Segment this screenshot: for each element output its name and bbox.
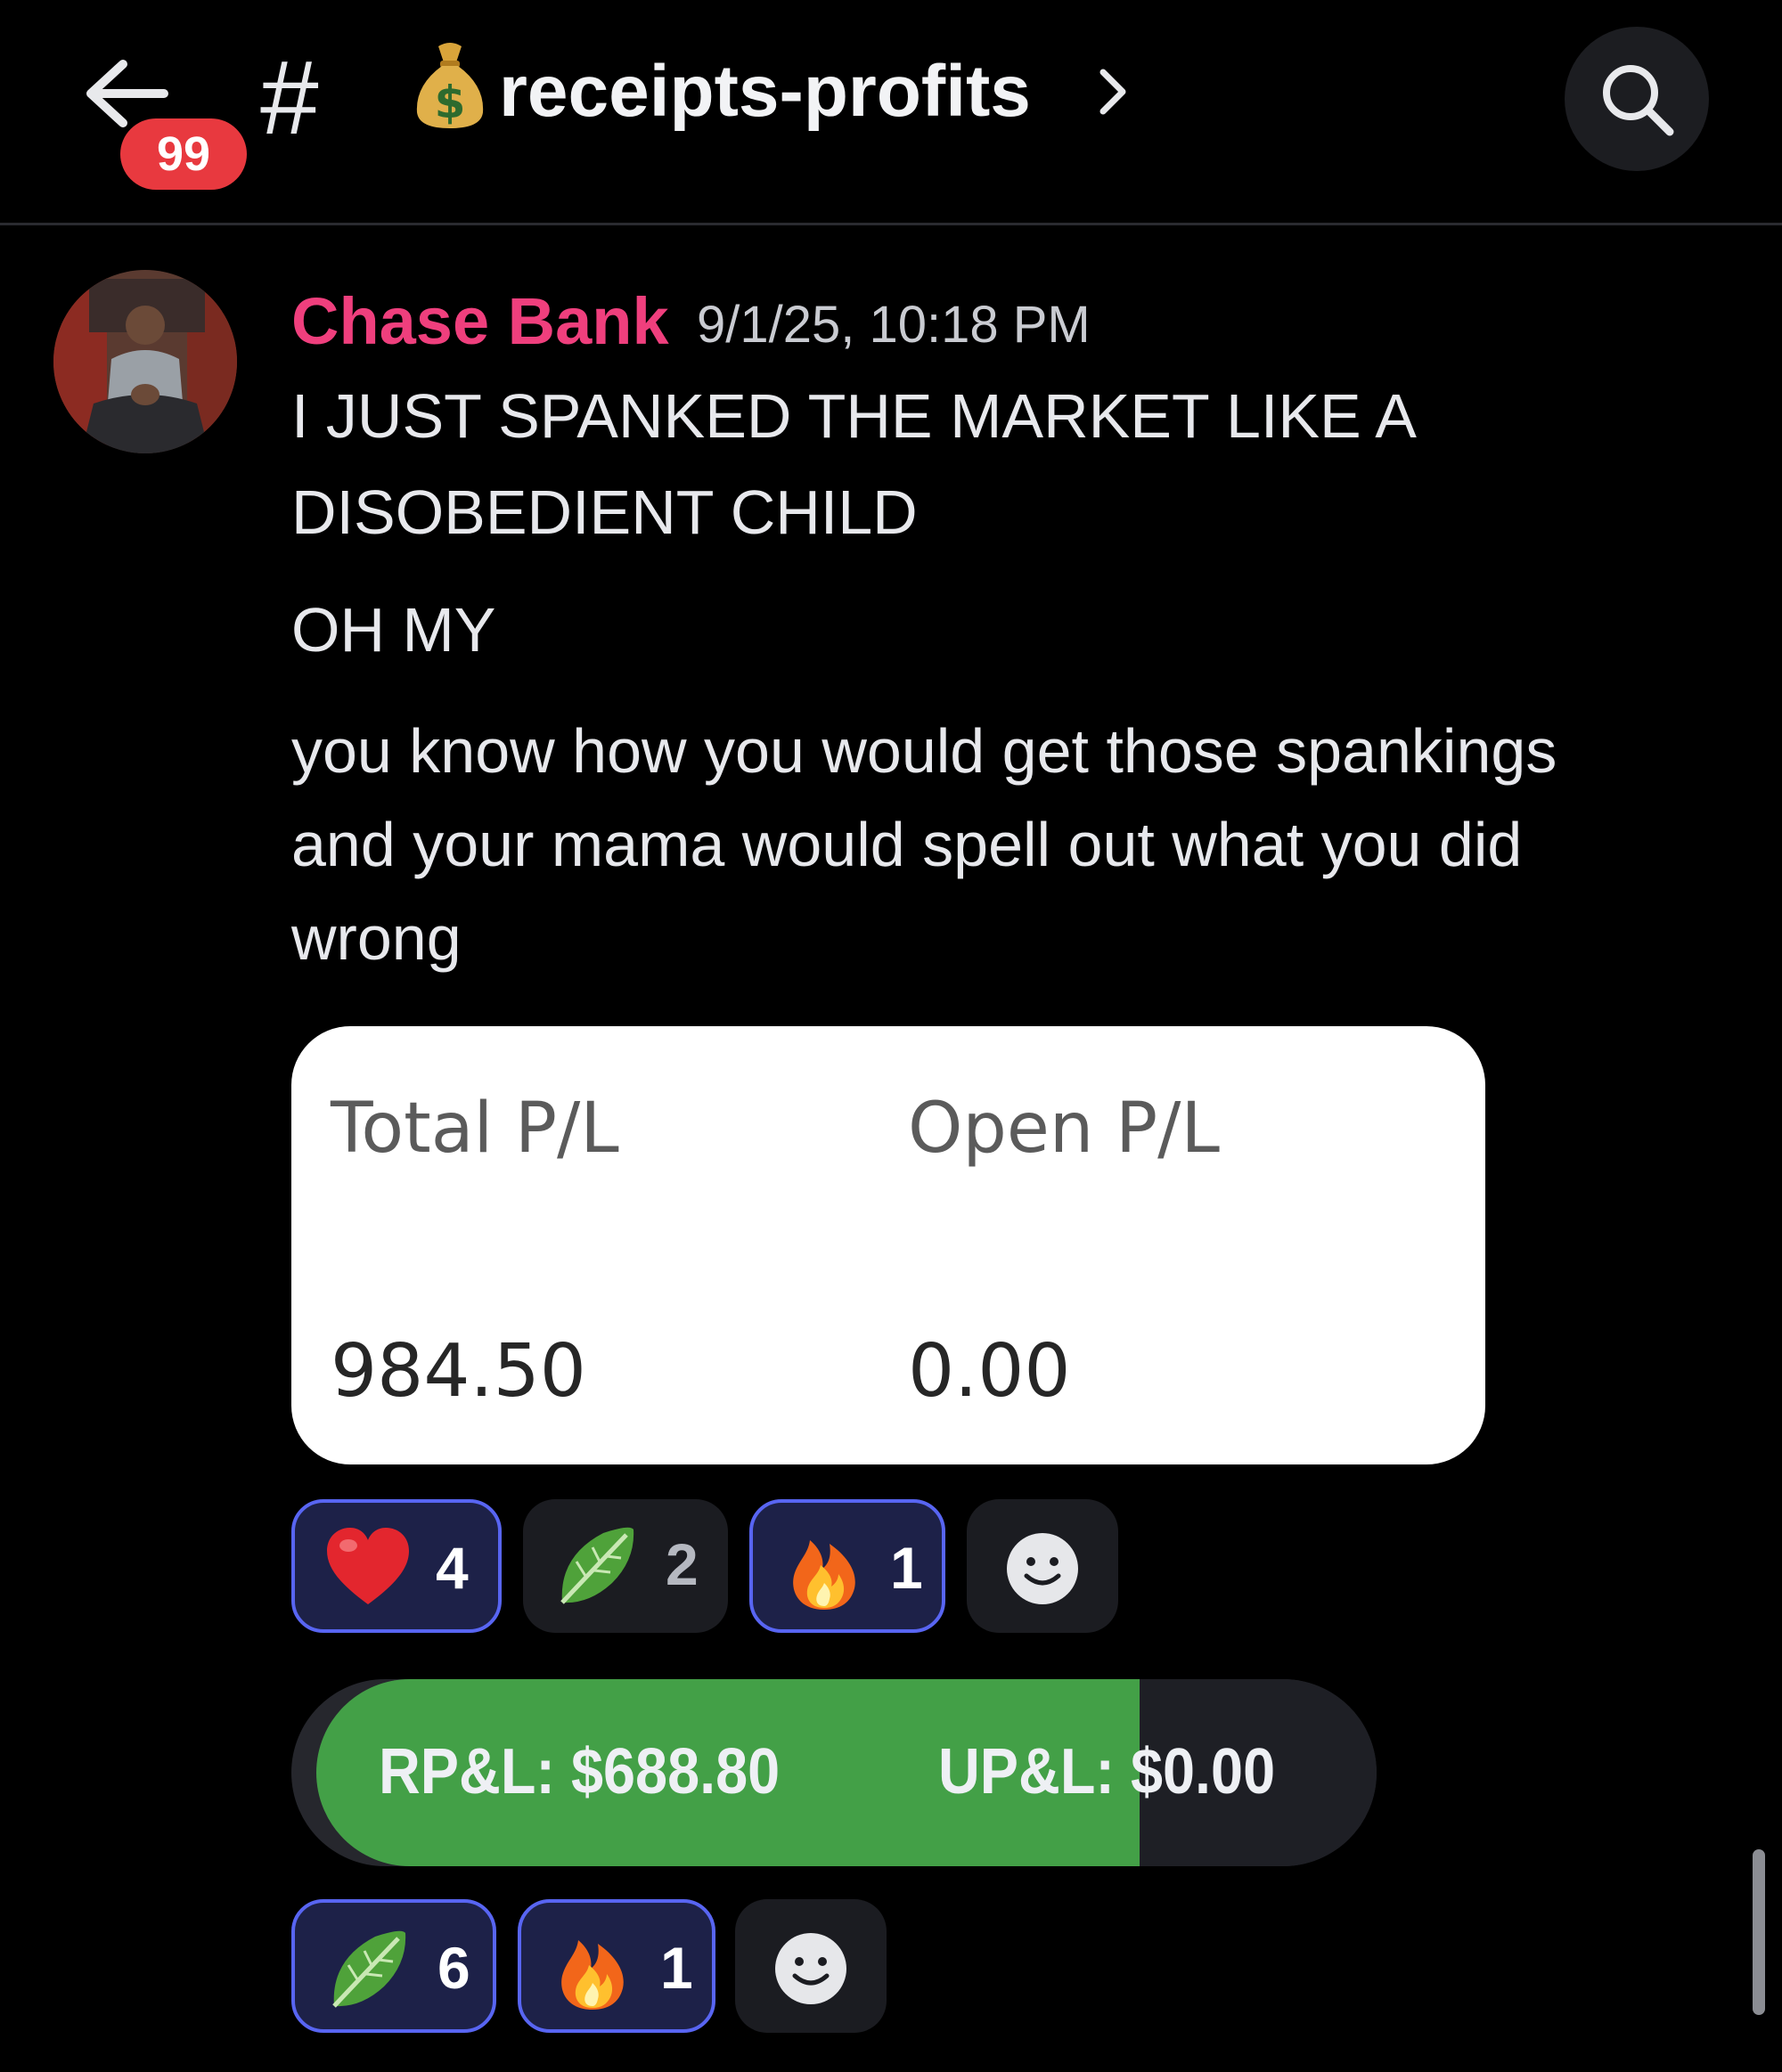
realized-pnl-text: RP&L: $688.80 xyxy=(379,1736,781,1807)
chevron-right-icon[interactable] xyxy=(1098,67,1128,117)
text-channel-icon: # xyxy=(260,39,319,157)
fire-icon xyxy=(793,1540,855,1610)
total-pl-value: 984.50 xyxy=(331,1329,586,1414)
message-text-line: you know how you would get those spankin… xyxy=(291,716,1557,786)
reaction-leafy-green[interactable]: 6 xyxy=(291,1899,496,2033)
fire-icon xyxy=(561,1940,624,2010)
open-pl-value: 0.00 xyxy=(908,1329,1071,1414)
leafy-green-icon xyxy=(560,1527,634,1604)
leafy-green-icon xyxy=(332,1930,406,2008)
channel-name[interactable]: receipts-profits xyxy=(499,43,1031,141)
pl-screenshot-attachment[interactable]: Total P/L Open P/L 984.50 0.00 xyxy=(291,1026,1485,1464)
message-text-line: I JUST SPANKED THE MARKET LIKE A xyxy=(291,381,1417,451)
reaction-heart[interactable]: 4 xyxy=(291,1499,502,1633)
smiley-icon xyxy=(775,1933,846,2004)
reaction-fire[interactable]: 1 xyxy=(749,1499,945,1633)
unread-badge: 99 xyxy=(120,118,247,190)
message-text-line: DISOBEDIENT CHILD xyxy=(291,477,918,547)
unrealized-pnl-text: UP&L: $0.00 xyxy=(938,1736,1276,1807)
reaction-leafy-green[interactable]: 2 xyxy=(523,1499,728,1633)
search-button[interactable] xyxy=(1565,27,1709,171)
reaction-count: 4 xyxy=(436,1535,469,1601)
reaction-fire[interactable]: 1 xyxy=(518,1899,715,2033)
message-text-line: and your mama would spell out what you d… xyxy=(291,810,1523,879)
message-text-line: OH MY xyxy=(291,595,496,665)
money-bag-icon: $ xyxy=(416,43,484,128)
avatar[interactable] xyxy=(53,270,237,453)
pnl-bar-attachment[interactable]: RP&L: $688.80 UP&L: $0.00 xyxy=(291,1679,1377,1866)
message-author[interactable]: Chase Bank xyxy=(291,281,669,363)
red-heart-icon xyxy=(327,1528,409,1604)
message-timestamp: 9/1/25, 10:18 PM xyxy=(697,296,1091,354)
add-reaction-button[interactable] xyxy=(967,1499,1118,1633)
open-pl-label: Open P/L xyxy=(908,1089,1220,1169)
reaction-count: 2 xyxy=(666,1531,699,1597)
add-reaction-button[interactable] xyxy=(735,1899,887,2033)
svg-text:$: $ xyxy=(435,77,466,128)
search-icon xyxy=(1603,65,1674,136)
total-pl-label: Total P/L xyxy=(331,1089,619,1169)
reaction-count: 6 xyxy=(437,1935,470,2001)
reaction-count: 1 xyxy=(890,1535,923,1601)
reaction-count: 1 xyxy=(660,1935,693,2001)
channel-header: 99 # $ receipts-profits xyxy=(0,0,1782,225)
scrollbar[interactable] xyxy=(1753,1849,1765,2015)
smiley-icon xyxy=(1007,1533,1078,1604)
message-text-line: wrong xyxy=(291,903,462,973)
